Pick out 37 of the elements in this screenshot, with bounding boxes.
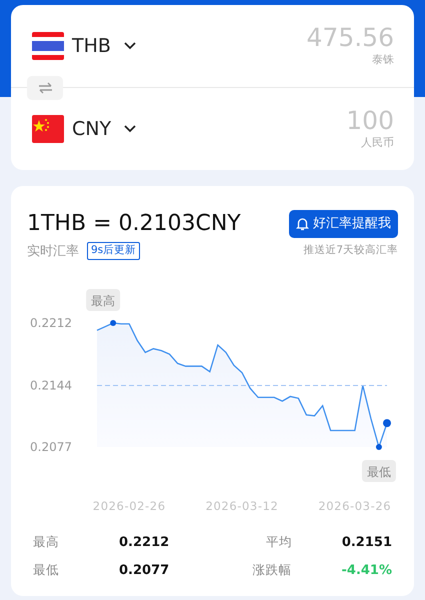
flag-icon [32,115,64,143]
high-point [110,320,116,326]
annotation: 最高 [91,294,116,308]
stat-label: 最高 [33,533,59,552]
currency-selector[interactable]: CNY [72,114,138,144]
x-tick-label: 2026-03-26 [318,499,392,513]
rate-title: 1THB = 0.2103CNY [27,210,241,237]
currency-name: 泰铢 [372,52,394,68]
chevron-down-icon [123,124,138,134]
y-tick-label: 0.2212 [30,316,72,330]
update-badge: 9s后更新 [87,242,140,260]
stat-label: 平均 [266,533,292,552]
chevron-down-icon [122,41,137,51]
stat-value: 0.2212 [119,534,170,552]
annotation: 最低 [366,465,391,479]
stat-value: 0.2151 [342,534,392,552]
x-tick-label: 2026-02-26 [92,499,166,513]
currency-selector[interactable]: THB [72,32,137,60]
swap-button[interactable] [27,76,63,100]
bell-icon [296,216,309,231]
alert-note: 推送近7天较高汇率 [303,243,398,258]
stat-label: 涨跌幅 [252,560,292,579]
low-label: 最低 [362,460,396,482]
high-label: 最高 [86,289,120,311]
low-point [376,444,382,450]
rate-label: 实时汇率 [27,242,79,260]
swap-icon [38,82,52,94]
y-tick-label: 0.2144 [30,378,72,392]
x-tick-label: 2026-03-12 [206,499,278,513]
flag-icon [32,32,64,60]
alert-button[interactable]: 好汇率提醒我 [289,210,398,238]
y-tick-label: 0.2077 [30,440,72,454]
stat-value: 0.2077 [119,562,170,580]
stat-value: -4.41% [342,562,392,580]
stat-label: 最低 [33,560,59,579]
currency-name: 人民币 [361,134,394,150]
current-point [383,419,391,428]
